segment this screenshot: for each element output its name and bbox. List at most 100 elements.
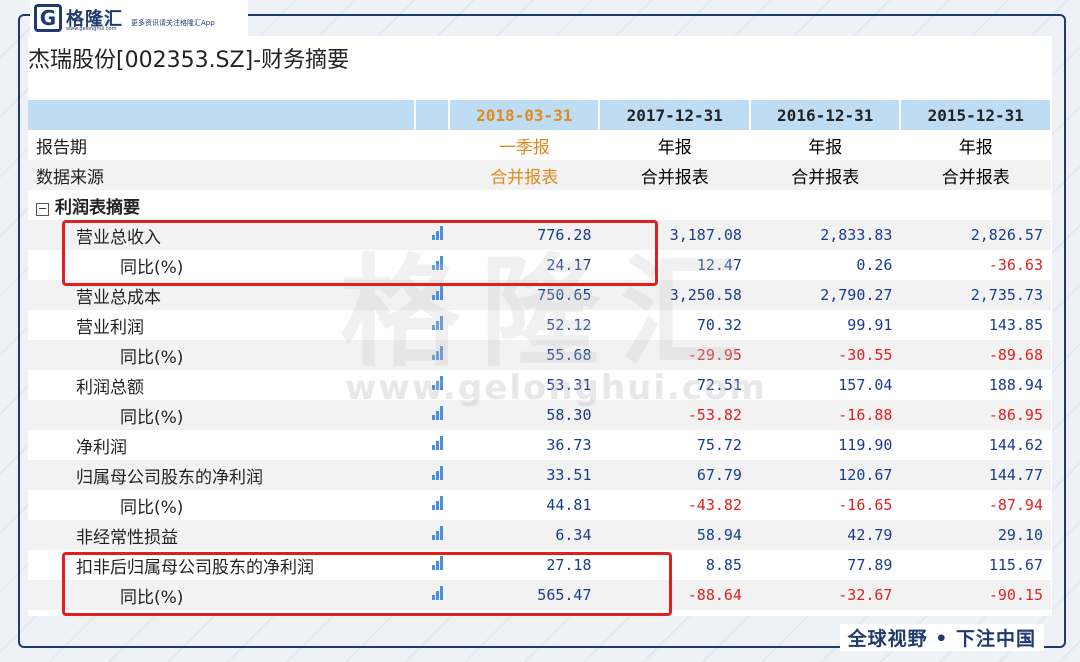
- table-row: 利润总额 53.31 72.51 157.04 188.94: [28, 370, 1051, 400]
- value-cell: -90.15: [900, 580, 1051, 610]
- row-label: 营业总成本: [28, 280, 415, 310]
- bar-chart-icon[interactable]: [432, 376, 443, 390]
- chart-icon-cell[interactable]: [415, 580, 449, 610]
- table-row: 同比(%) 55.68 -29.95 -30.55 -89.68: [28, 340, 1051, 370]
- column-header[interactable]: 2017-12-31: [599, 100, 751, 130]
- section-title[interactable]: − 利润表摘要: [28, 190, 415, 220]
- value-cell: -43.82: [599, 490, 750, 520]
- value-cell: 3,250.58: [599, 280, 750, 310]
- logo-g-icon: G: [34, 4, 62, 32]
- table-row: 同比(%) 565.47 -88.64 -32.67 -90.15: [28, 580, 1051, 610]
- cell: [749, 190, 901, 220]
- cell: 合并报表: [449, 160, 600, 190]
- row-label: 营业总收入: [28, 220, 415, 250]
- row-label: 同比(%): [28, 250, 415, 280]
- chart-icon-cell[interactable]: [415, 220, 449, 250]
- chart-icon-cell[interactable]: [415, 460, 449, 490]
- row-label: 净利润: [28, 430, 415, 460]
- value-cell: 119.90: [749, 430, 901, 460]
- value-cell: 52.12: [449, 310, 600, 340]
- cell: 一季报: [449, 130, 600, 160]
- table-row: 扣非后归属母公司股东的净利润 27.18 8.85 77.89 115.67: [28, 550, 1051, 580]
- value-cell: 120.67: [749, 460, 901, 490]
- chart-icon-cell[interactable]: [415, 430, 449, 460]
- section-title-text: 利润表摘要: [55, 197, 140, 218]
- value-cell: 75.72: [599, 430, 750, 460]
- value-cell: 2,826.57: [900, 220, 1051, 250]
- value-cell: -53.82: [599, 400, 750, 430]
- chart-icon-cell[interactable]: [415, 370, 449, 400]
- value-cell: -29.95: [599, 340, 750, 370]
- collapse-icon[interactable]: −: [36, 202, 49, 216]
- brand-url: www.gelonghui.com: [66, 26, 117, 32]
- value-cell: 144.77: [900, 460, 1051, 490]
- value-cell: 8.85: [599, 550, 750, 580]
- value-cell: 24.17: [449, 250, 600, 280]
- value-cell: 44.81: [449, 490, 600, 520]
- brand-tagline: 更多资讯请关注格隆汇App: [131, 19, 215, 27]
- row-label: 同比(%): [28, 400, 415, 430]
- value-cell: 99.91: [749, 310, 901, 340]
- chart-icon-cell[interactable]: [415, 310, 449, 340]
- value-cell: 42.79: [749, 520, 901, 550]
- table-row: 归属母公司股东的净利润 33.51 67.79 120.67 144.77: [28, 460, 1051, 490]
- bar-chart-icon[interactable]: [432, 526, 443, 540]
- chart-icon-cell[interactable]: [415, 490, 449, 520]
- cell: 年报: [599, 130, 750, 160]
- chart-icon-cell[interactable]: [415, 340, 449, 370]
- icon-blank: [415, 130, 449, 160]
- value-cell: 27.18: [449, 550, 600, 580]
- value-cell: 144.62: [900, 430, 1051, 460]
- bar-chart-icon[interactable]: [432, 496, 443, 510]
- cell: 合并报表: [599, 160, 750, 190]
- bar-chart-icon[interactable]: [432, 286, 443, 300]
- bar-chart-icon[interactable]: [432, 436, 443, 450]
- value-cell: 55.68: [449, 340, 600, 370]
- row-label: 同比(%): [28, 490, 415, 520]
- header-icon-blank: [415, 100, 450, 130]
- chart-icon-cell[interactable]: [415, 400, 449, 430]
- slogan: 全球视野 • 下注中国: [839, 624, 1044, 651]
- icon-blank: [415, 160, 449, 190]
- header-blank: [28, 100, 416, 130]
- cell: [599, 190, 750, 220]
- value-cell: 115.67: [900, 550, 1051, 580]
- value-cell: 77.89: [749, 550, 901, 580]
- table-row: 同比(%) 24.17 12.47 0.26 -36.63: [28, 250, 1051, 280]
- bar-chart-icon[interactable]: [432, 556, 443, 570]
- value-cell: 53.31: [449, 370, 600, 400]
- value-cell: 776.28: [449, 220, 600, 250]
- table-row: 同比(%) 58.30 -53.82 -16.88 -86.95: [28, 400, 1051, 430]
- chart-icon-cell[interactable]: [415, 550, 449, 580]
- value-cell: -32.67: [749, 580, 901, 610]
- cell: [900, 190, 1051, 220]
- bar-chart-icon[interactable]: [432, 466, 443, 480]
- bar-chart-icon[interactable]: [432, 406, 443, 420]
- value-cell: 33.51: [449, 460, 600, 490]
- bar-chart-icon[interactable]: [432, 586, 443, 600]
- value-cell: 750.65: [449, 280, 600, 310]
- cell: 年报: [900, 130, 1051, 160]
- row-label: 数据来源: [28, 160, 415, 190]
- column-header[interactable]: 2016-12-31: [749, 100, 902, 130]
- value-cell: -30.55: [749, 340, 901, 370]
- value-cell: 72.51: [599, 370, 750, 400]
- chart-icon-cell[interactable]: [415, 280, 449, 310]
- brand-logo: G 格隆汇 更多资讯请关注格隆汇App www.gelonghui.com: [30, 0, 248, 36]
- chart-icon-cell[interactable]: [415, 520, 449, 550]
- bar-chart-icon[interactable]: [432, 256, 443, 270]
- cell: 年报: [749, 130, 901, 160]
- column-header[interactable]: 2018-03-31: [449, 100, 601, 130]
- bar-chart-icon[interactable]: [432, 316, 443, 330]
- value-cell: 3,187.08: [599, 220, 750, 250]
- column-header[interactable]: 2015-12-31: [900, 100, 1052, 130]
- chart-icon-cell[interactable]: [415, 250, 449, 280]
- row-label: 报告期: [28, 130, 415, 160]
- table-row: 营业总收入 776.28 3,187.08 2,833.83 2,826.57: [28, 220, 1051, 250]
- bar-chart-icon[interactable]: [432, 346, 443, 360]
- data-source-row: 数据来源 合并报表 合并报表 合并报表 合并报表: [28, 160, 1051, 190]
- value-cell: -16.88: [749, 400, 901, 430]
- bar-chart-icon[interactable]: [432, 226, 443, 240]
- section-header-row[interactable]: − 利润表摘要: [28, 190, 1051, 220]
- value-cell: 70.32: [599, 310, 750, 340]
